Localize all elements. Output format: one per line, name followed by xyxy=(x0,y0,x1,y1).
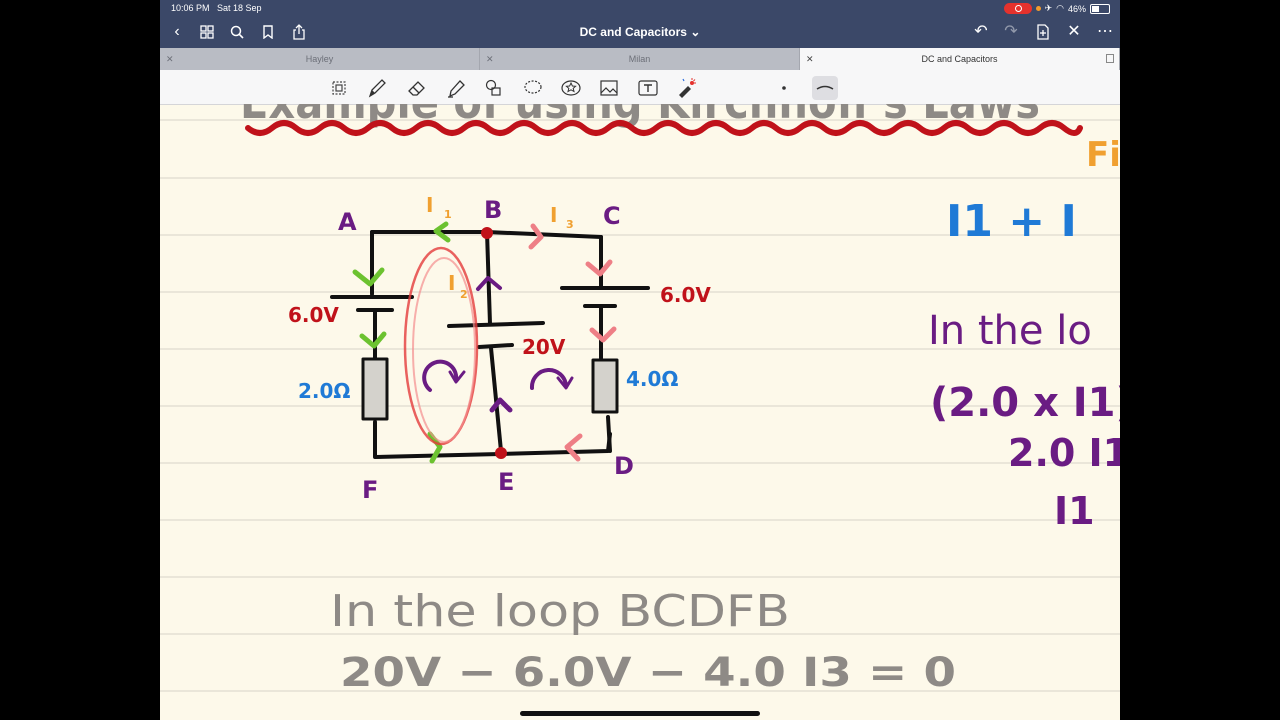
equation-step-1: (2.0 x I1) xyxy=(930,380,1120,426)
svg-text:1: 1 xyxy=(444,208,452,221)
node-a: A xyxy=(338,208,357,236)
junction-b xyxy=(481,227,493,239)
first-law-tag: Fi xyxy=(1086,135,1120,175)
node-d: D xyxy=(614,452,634,480)
microphone-indicator-icon xyxy=(1035,6,1041,11)
battery-mid-short-plate xyxy=(477,343,514,349)
lasso-image-tool-icon[interactable] xyxy=(328,78,350,98)
pen-size-medium-selected[interactable] xyxy=(812,76,838,100)
airplane-mode-icon: ✈ xyxy=(1044,3,1053,13)
close-editing-icon[interactable]: ✕ xyxy=(1063,21,1085,43)
right-column-working: Fi I1 + I In the lo (2.0 x I1) 2.0 I1 I1 xyxy=(928,135,1120,533)
resistor-left-label: 2.0Ω xyxy=(298,379,350,403)
handwritten-note-canvas[interactable]: Example of using Kirchhoff's Laws xyxy=(160,75,1120,720)
close-tab-icon[interactable]: ✕ xyxy=(806,48,814,70)
status-bar: 10:06 PM Sat 18 Sep ✈ ◠ 46% xyxy=(160,0,1120,16)
navigation-bar: ‹ DC and Capacitors ⌄ ↶ ↷ ✕ ⋯ xyxy=(160,16,1120,48)
tab-dc-and-capacitors[interactable]: ✕ DC and Capacitors xyxy=(800,48,1120,70)
image-tool-icon[interactable] xyxy=(598,78,620,98)
note-heading: Example of using Kirchhoff's Laws xyxy=(240,75,1083,136)
tab-label: Milan xyxy=(628,54,651,64)
current-i2-label: I xyxy=(448,271,455,295)
loop-title: In the loop BCDFB xyxy=(330,586,790,637)
bottom-working: In the loop BCDFB 20V − 6.0V − 4.0 I3 = … xyxy=(330,586,956,696)
resistor-right xyxy=(591,358,619,414)
page-view-icon[interactable] xyxy=(1106,54,1114,63)
document-tab-bar: ✕ Hayley ✕ Milan ✕ DC and Capacitors xyxy=(160,48,1120,70)
resistor-right-label: 4.0Ω xyxy=(626,367,678,391)
sticker-tool-icon[interactable] xyxy=(560,78,582,98)
svg-text:3: 3 xyxy=(566,218,574,231)
undo-icon[interactable]: ↶ xyxy=(970,21,992,43)
battery-percent: 46% xyxy=(1067,3,1086,14)
junction-e xyxy=(495,447,507,459)
add-page-icon[interactable] xyxy=(1032,21,1054,47)
tab-label: Hayley xyxy=(305,54,334,64)
emf-mid-label: 20V xyxy=(522,335,566,359)
battery-icon xyxy=(1090,3,1110,14)
tab-milan[interactable]: ✕ Milan xyxy=(480,48,800,70)
highlighter-tool-icon[interactable] xyxy=(445,78,467,98)
svg-text:2: 2 xyxy=(460,288,468,301)
drawing-toolbar xyxy=(160,70,1120,105)
wifi-icon: ◠ xyxy=(1056,3,1064,13)
pen-tool-icon[interactable] xyxy=(366,78,388,98)
note-page[interactable]: Example of using Kirchhoff's Laws xyxy=(160,75,1120,720)
junction-equation: I1 + I xyxy=(946,196,1077,247)
screen-recording-icon[interactable] xyxy=(1003,2,1032,14)
laser-pointer-tool-icon[interactable] xyxy=(675,78,697,98)
tab-hayley[interactable]: ✕ Hayley xyxy=(160,48,480,70)
text-tool-icon[interactable] xyxy=(637,78,659,98)
node-c: C xyxy=(603,202,621,230)
home-indicator[interactable] xyxy=(520,711,760,716)
current-i1-label: I xyxy=(426,193,433,217)
emf-left-label: 6.0V xyxy=(288,303,339,327)
status-time: 10:06 PM xyxy=(171,3,210,13)
loop-heading-right: In the lo xyxy=(928,308,1092,354)
battery-mid-long-plate xyxy=(447,321,545,328)
tab-label: DC and Capacitors xyxy=(921,54,998,64)
close-tab-icon[interactable]: ✕ xyxy=(486,48,494,70)
node-b: B xyxy=(484,196,502,224)
redo-icon[interactable]: ↷ xyxy=(1000,21,1022,43)
close-tab-icon[interactable]: ✕ xyxy=(166,48,174,70)
eraser-tool-icon[interactable] xyxy=(406,78,428,98)
status-date: Sat 18 Sep xyxy=(217,3,262,13)
loop-equation: 20V − 6.0V − 4.0 I3 = 0 xyxy=(340,650,956,696)
equation-step-3: I1 xyxy=(1054,489,1095,533)
equation-step-2: 2.0 I1 xyxy=(1008,431,1120,475)
notes-app-screen: 10:06 PM Sat 18 Sep ✈ ◠ 46% ‹ DC and Cap… xyxy=(160,0,1120,720)
pen-size-small-icon[interactable] xyxy=(773,78,795,98)
node-e: E xyxy=(498,468,514,496)
lasso-tool-icon[interactable] xyxy=(522,78,544,98)
more-options-icon[interactable]: ⋯ xyxy=(1094,21,1116,43)
node-f: F xyxy=(362,476,378,504)
emf-right-label: 6.0V xyxy=(660,283,711,307)
shapes-tool-icon[interactable] xyxy=(483,78,505,98)
current-i3-label: I xyxy=(550,203,557,227)
resistor-left xyxy=(361,357,389,421)
